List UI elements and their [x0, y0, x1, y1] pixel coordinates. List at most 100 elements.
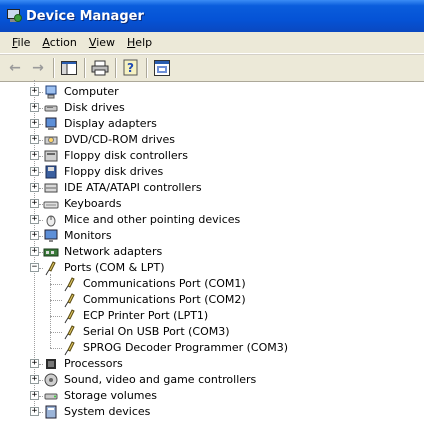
tree-item-mice-and-other-pointing-devices[interactable]: + Mice and other pointing devices: [0, 212, 424, 228]
tree-item-label[interactable]: Keyboards: [64, 196, 121, 212]
tree-item-label[interactable]: IDE ATA/ATAPI controllers: [64, 180, 202, 196]
tree-item-label[interactable]: Network adapters: [64, 244, 162, 260]
tree-item-floppy-disk-drives[interactable]: + Floppy disk drives: [0, 164, 424, 180]
tree-item-label[interactable]: System devices: [64, 404, 150, 420]
tree-item-dvd-cd-rom-drives[interactable]: + DVD/CD-ROM drives: [0, 132, 424, 148]
tree-item-label[interactable]: Floppy disk drives: [64, 164, 163, 180]
expand-toggle[interactable]: +: [30, 359, 39, 368]
port-icon: [62, 276, 78, 292]
expand-toggle[interactable]: +: [30, 391, 39, 400]
tree-item-label[interactable]: Communications Port (COM2): [83, 292, 246, 308]
expand-toggle[interactable]: +: [30, 151, 39, 160]
tree-item-computer[interactable]: + Computer: [0, 84, 424, 100]
back-button[interactable]: ←: [4, 57, 26, 79]
cdrom-icon: [43, 132, 59, 148]
tree-connector: [50, 316, 62, 317]
menu-action[interactable]: Action: [36, 33, 82, 53]
expand-toggle[interactable]: +: [30, 87, 39, 96]
mouse-icon: [43, 212, 59, 228]
tree-item-label[interactable]: Processors: [64, 356, 123, 372]
expand-toggle[interactable]: +: [30, 103, 39, 112]
processor-icon: [43, 356, 59, 372]
tree-item-label[interactable]: Ports (COM & LPT): [64, 260, 165, 276]
tree-item-display-adapters[interactable]: + Display adapters: [0, 116, 424, 132]
menu-bar: File Action View Help: [0, 32, 424, 54]
tree-item-label[interactable]: Serial On USB Port (COM3): [83, 324, 230, 340]
help-button[interactable]: ?: [120, 57, 142, 79]
port-icon: [62, 324, 78, 340]
storage-volume-icon: [43, 388, 59, 404]
port-icon: [43, 260, 59, 276]
tree-item-label[interactable]: Display adapters: [64, 116, 157, 132]
disk-drive-icon: [43, 100, 59, 116]
keyboard-icon: [43, 196, 59, 212]
floppy-controller-icon: [43, 148, 59, 164]
expand-toggle[interactable]: +: [30, 231, 39, 240]
toolbar-separator: [53, 58, 55, 78]
tree-item-label[interactable]: Disk drives: [64, 100, 125, 116]
expand-toggle[interactable]: +: [30, 135, 39, 144]
tree-item-ecp-printer-port-lpt1[interactable]: ECP Printer Port (LPT1): [0, 308, 424, 324]
tree-item-label[interactable]: Storage volumes: [64, 388, 157, 404]
tree-item-processors[interactable]: + Processors: [0, 356, 424, 372]
toolbar-separator: [84, 58, 86, 78]
menu-view[interactable]: View: [83, 33, 121, 53]
computer-icon: [43, 84, 59, 100]
tree-item-label[interactable]: Mice and other pointing devices: [64, 212, 240, 228]
title-bar[interactable]: Device Manager: [0, 0, 424, 32]
port-icon: [62, 308, 78, 324]
tree-item-label[interactable]: Monitors: [64, 228, 112, 244]
properties-icon: [154, 60, 170, 76]
expand-toggle[interactable]: +: [30, 375, 39, 384]
device-tree[interactable]: + Computer + Disk drives + Display adapters + D…: [0, 80, 424, 422]
properties-button[interactable]: [151, 57, 173, 79]
collapse-toggle[interactable]: −: [30, 263, 39, 272]
tree-item-label[interactable]: Computer: [64, 84, 119, 100]
tree-item-system-devices[interactable]: + System devices: [0, 404, 424, 420]
forward-button[interactable]: →: [27, 57, 49, 79]
back-icon: ←: [9, 60, 21, 76]
toolbar-separator: [146, 58, 148, 78]
tree-item-storage-volumes[interactable]: + Storage volumes: [0, 388, 424, 404]
tree-item-label[interactable]: DVD/CD-ROM drives: [64, 132, 175, 148]
display-adapter-icon: [43, 116, 59, 132]
print-button[interactable]: [89, 57, 111, 79]
tree-item-monitors[interactable]: + Monitors: [0, 228, 424, 244]
network-adapter-icon: [43, 244, 59, 260]
sound-icon: [43, 372, 59, 388]
tree-item-communications-port-com1[interactable]: Communications Port (COM1): [0, 276, 424, 292]
menu-help[interactable]: Help: [121, 33, 158, 53]
tree-item-serial-on-usb-port-com3[interactable]: Serial On USB Port (COM3): [0, 324, 424, 340]
expand-toggle[interactable]: +: [30, 183, 39, 192]
tree-item-label[interactable]: Communications Port (COM1): [83, 276, 246, 292]
tree-item-keyboards[interactable]: + Keyboards: [0, 196, 424, 212]
system-device-icon: [43, 404, 59, 420]
tree-item-label[interactable]: ECP Printer Port (LPT1): [83, 308, 208, 324]
tree-connector: [50, 274, 51, 348]
show-hide-tree-button[interactable]: [58, 57, 80, 79]
tree-item-ide-ata-atapi-controllers[interactable]: + IDE ATA/ATAPI controllers: [0, 180, 424, 196]
tree-item-label[interactable]: Sound, video and game controllers: [64, 372, 256, 388]
tree-item-sound-video-and-game-controllers[interactable]: + Sound, video and game controllers: [0, 372, 424, 388]
tree-connector: [50, 284, 62, 285]
expand-toggle[interactable]: +: [30, 215, 39, 224]
device-manager-icon: [6, 8, 22, 24]
toolbar-separator: [115, 58, 117, 78]
menu-file[interactable]: File: [6, 33, 36, 53]
tree-item-disk-drives[interactable]: + Disk drives: [0, 100, 424, 116]
tree-item-label[interactable]: SPROG Decoder Programmer (COM3): [83, 340, 288, 356]
expand-toggle[interactable]: +: [30, 407, 39, 416]
tree-item-sprog-decoder-programmer-com3[interactable]: SPROG Decoder Programmer (COM3): [0, 340, 424, 356]
expand-toggle[interactable]: +: [30, 119, 39, 128]
forward-icon: →: [32, 60, 44, 76]
svg-text:?: ?: [127, 61, 134, 75]
expand-toggle[interactable]: +: [30, 247, 39, 256]
tree-item-communications-port-com2[interactable]: Communications Port (COM2): [0, 292, 424, 308]
tree-item-ports-com-lpt[interactable]: − Ports (COM & LPT): [0, 260, 424, 276]
expand-toggle[interactable]: +: [30, 167, 39, 176]
tree-item-floppy-disk-controllers[interactable]: + Floppy disk controllers: [0, 148, 424, 164]
expand-toggle[interactable]: +: [30, 199, 39, 208]
tree-item-label[interactable]: Floppy disk controllers: [64, 148, 188, 164]
monitor-icon: [43, 228, 59, 244]
tree-item-network-adapters[interactable]: + Network adapters: [0, 244, 424, 260]
